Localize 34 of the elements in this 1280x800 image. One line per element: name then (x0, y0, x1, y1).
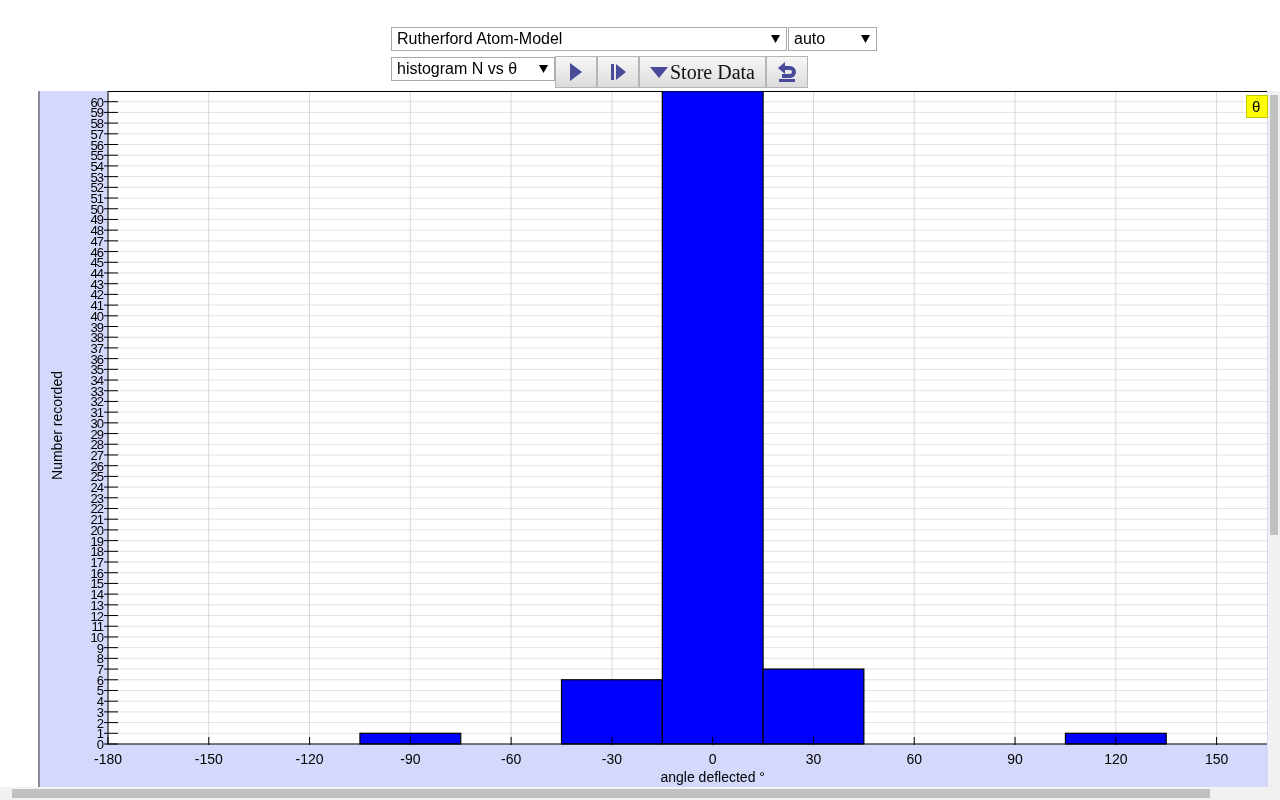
undo-icon (777, 62, 797, 82)
tooltip: θ (1246, 95, 1268, 118)
x-tick-label: -180 (94, 751, 122, 767)
model-dropdown[interactable]: Rutherford Atom-Model (391, 27, 787, 51)
x-tick-label: 30 (805, 751, 822, 767)
x-tick-label: -120 (295, 751, 324, 767)
undo-button[interactable] (766, 56, 808, 88)
x-tick-label: 90 (1007, 751, 1023, 767)
step-icon (610, 64, 626, 80)
y-tick-label: 17 (90, 555, 103, 570)
x-tick-label: 150 (1204, 751, 1229, 767)
caret-icon (771, 35, 780, 43)
caret-icon (861, 35, 870, 43)
x-tick-label: 0 (708, 751, 717, 767)
x-tick-label: -30 (601, 751, 623, 767)
view-dropdown[interactable]: histogram N vs θ (391, 57, 555, 81)
x-tick-label: -150 (194, 751, 223, 767)
x-tick-label: 60 (906, 751, 923, 767)
speed-dropdown[interactable]: auto (788, 27, 877, 51)
caret-icon (539, 65, 548, 73)
x-tick-label: -60 (501, 751, 522, 767)
store-button[interactable]: Store Data (639, 56, 766, 88)
vertical-scrollbar[interactable] (1268, 91, 1280, 787)
play-button[interactable] (555, 56, 597, 88)
triangle-down-icon (650, 66, 668, 78)
x-tick-label: -90 (400, 751, 421, 767)
step-button[interactable] (597, 56, 639, 88)
y-axis-title: Number recorded (49, 371, 65, 480)
y-tick-label: 44 (90, 266, 103, 281)
horizontal-scrollbar[interactable] (0, 787, 1280, 800)
x-tick-label: 120 (1104, 751, 1128, 767)
x-axis-title: angle deflected ° (660, 769, 765, 785)
y-tick-label: 0 (96, 737, 103, 752)
play-icon (570, 63, 582, 81)
